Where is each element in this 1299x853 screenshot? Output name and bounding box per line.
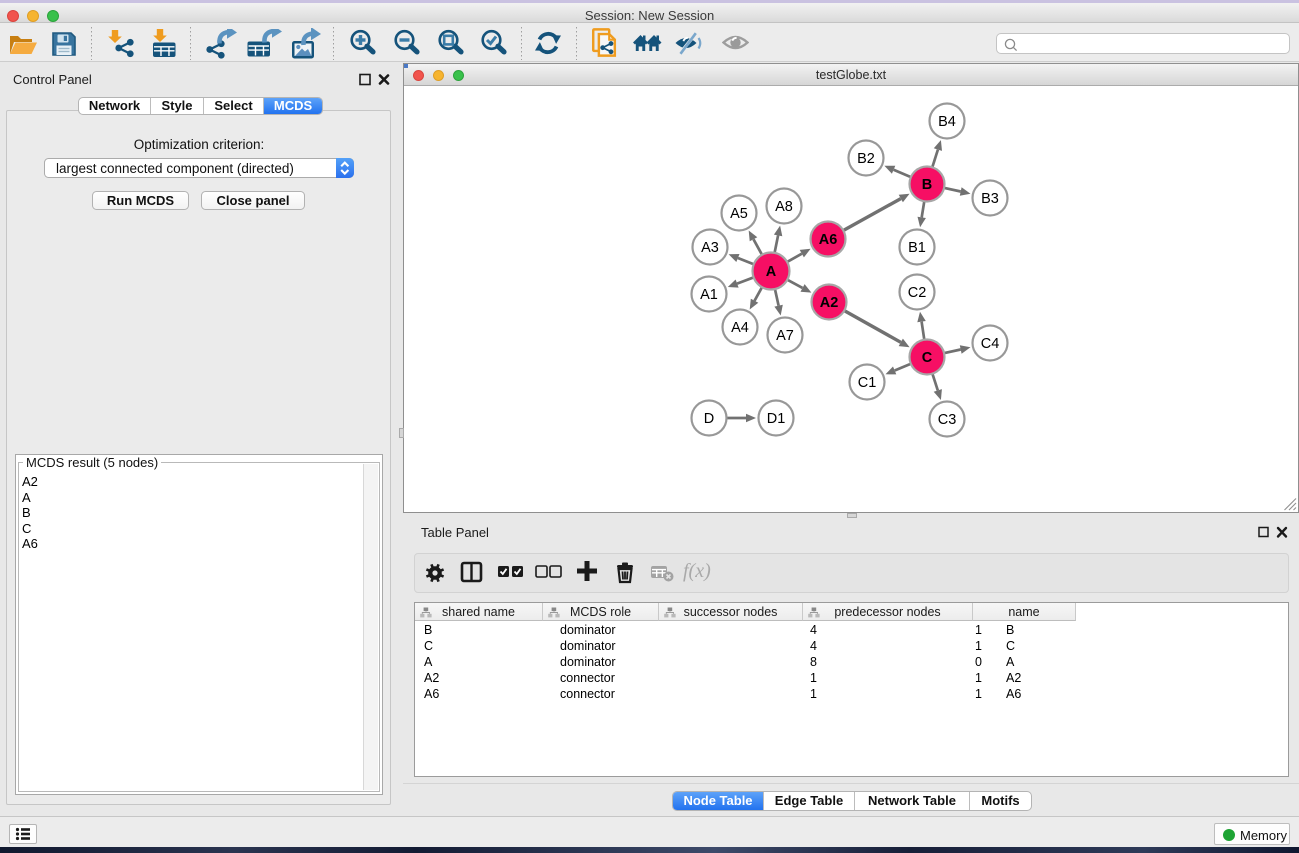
svg-text:C3: C3 <box>938 412 957 428</box>
svg-text:B3: B3 <box>981 191 999 207</box>
svg-text:A8: A8 <box>775 199 793 215</box>
svg-text:B: B <box>922 177 932 193</box>
svg-text:C4: C4 <box>981 336 1000 352</box>
svg-text:D: D <box>704 411 714 427</box>
svg-text:A7: A7 <box>776 328 794 344</box>
svg-text:D1: D1 <box>767 411 786 427</box>
svg-text:A2: A2 <box>820 295 839 311</box>
svg-text:A5: A5 <box>730 206 748 222</box>
svg-text:C: C <box>922 350 933 366</box>
svg-text:B2: B2 <box>857 151 875 167</box>
svg-text:A4: A4 <box>731 320 749 336</box>
svg-text:A: A <box>766 264 777 280</box>
svg-text:A3: A3 <box>701 240 719 256</box>
svg-text:B4: B4 <box>938 114 956 130</box>
svg-text:A6: A6 <box>819 232 838 248</box>
svg-text:C2: C2 <box>908 285 927 301</box>
svg-text:C1: C1 <box>858 375 877 391</box>
svg-text:A1: A1 <box>700 287 718 303</box>
svg-text:B1: B1 <box>908 240 926 256</box>
